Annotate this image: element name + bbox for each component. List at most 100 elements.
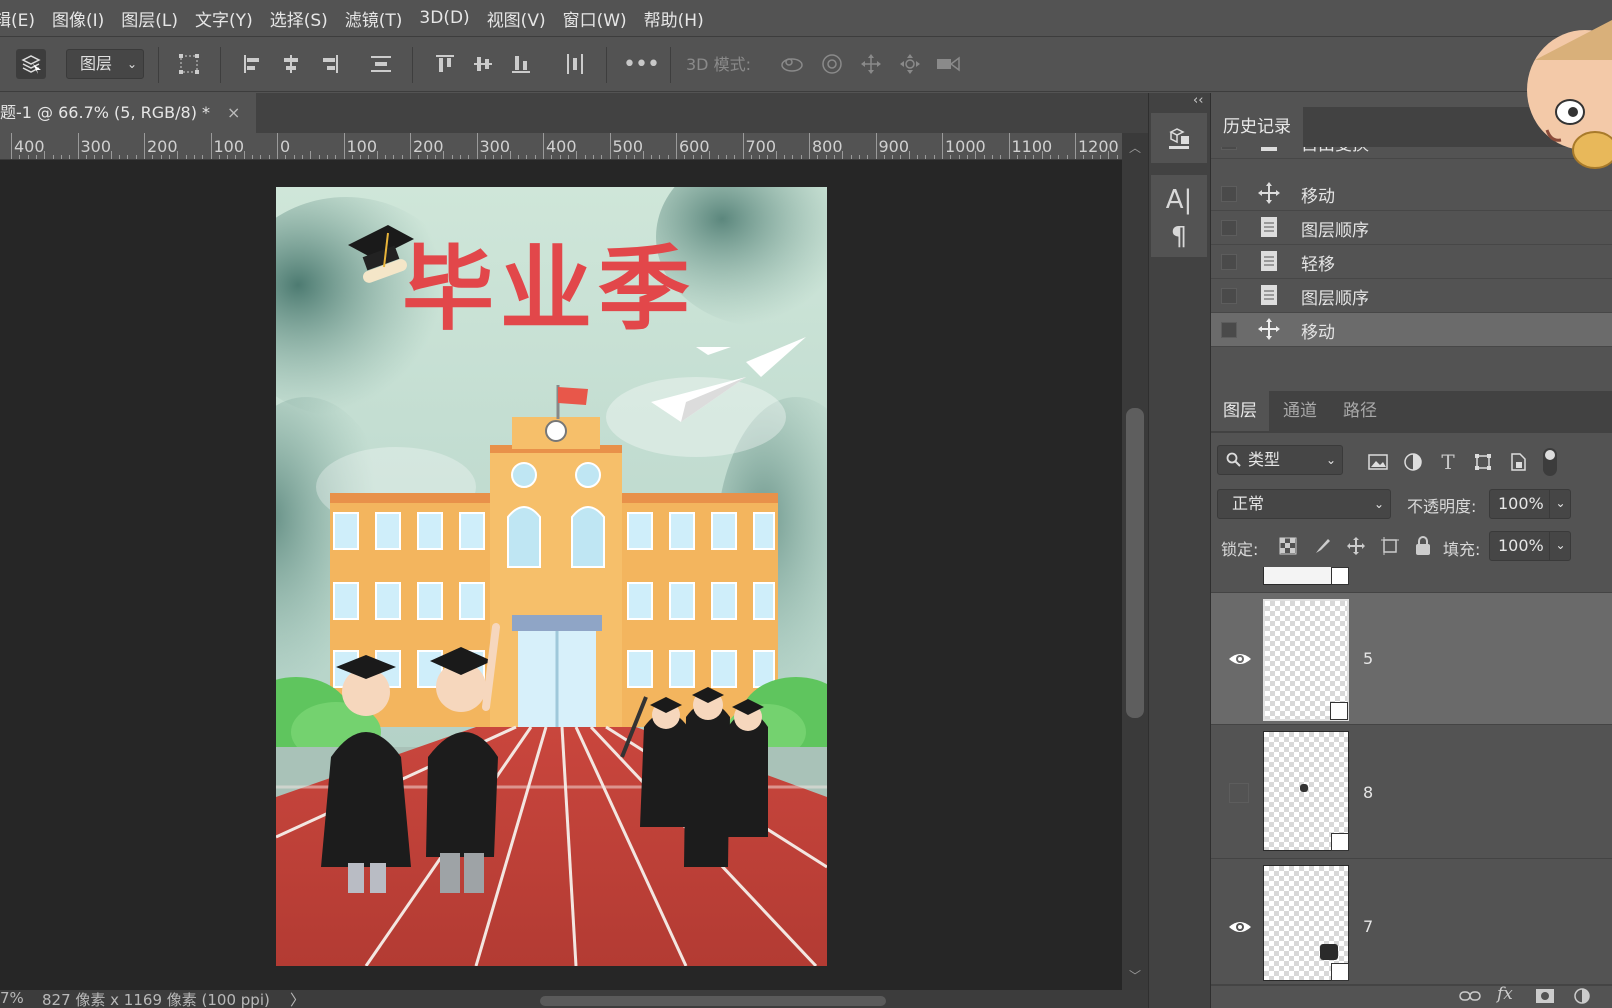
horizontal-scrollbar-thumb[interactable]: [540, 996, 886, 1006]
menu-edit[interactable]: 辑(E): [0, 6, 35, 31]
history-snapshot-checkbox[interactable]: [1221, 322, 1237, 338]
tab-channels[interactable]: 通道: [1271, 391, 1329, 431]
ruler-tick: [626, 155, 628, 159]
layer-row-selected[interactable]: 5: [1211, 593, 1612, 725]
chevron-down-icon[interactable]: ⌄: [1549, 489, 1571, 519]
layer-row[interactable]: [1211, 567, 1612, 593]
poster-canvas[interactable]: 毕业季: [276, 187, 827, 966]
distribute-icon[interactable]: [366, 49, 396, 79]
chevron-down-icon[interactable]: ⌄: [1549, 531, 1571, 561]
lock-artboard-icon[interactable]: [1375, 531, 1405, 561]
tab-layers[interactable]: 图层: [1211, 391, 1269, 431]
filter-shape-icon[interactable]: [1468, 447, 1498, 477]
layer-row[interactable]: 8: [1211, 725, 1612, 859]
filter-smart-object-icon[interactable]: [1503, 447, 1533, 477]
tab-paths[interactable]: 路径: [1331, 391, 1389, 431]
distribute-vertical-icon[interactable]: [560, 49, 590, 79]
scrollbar-thumb[interactable]: [1126, 408, 1144, 718]
ruler-tick: [933, 155, 935, 159]
status-zoom[interactable]: 7%: [0, 989, 24, 1007]
divider: [606, 47, 607, 83]
menu-filter[interactable]: 滤镜(T): [345, 6, 403, 31]
lock-all-icon[interactable]: [1408, 531, 1438, 561]
link-icon[interactable]: [1459, 988, 1481, 1007]
close-icon[interactable]: ×: [227, 93, 240, 133]
status-menu-arrow[interactable]: 〉: [290, 989, 305, 1008]
layer-row[interactable]: 7: [1211, 859, 1612, 985]
3d-orbit-icon[interactable]: [777, 49, 807, 79]
history-snapshot-checkbox[interactable]: [1221, 147, 1237, 150]
align-right-icon[interactable]: [314, 49, 344, 79]
collapse-panels-icon[interactable]: ‹‹: [1193, 93, 1203, 108]
scroll-up-icon[interactable]: ︿: [1129, 139, 1141, 156]
adjustment-icon[interactable]: [1573, 987, 1591, 1008]
transform-controls-icon[interactable]: [174, 49, 204, 79]
menu-view[interactable]: 视图(V): [487, 6, 546, 31]
history-row[interactable]: 图层顺序: [1211, 211, 1612, 245]
history-row-selected[interactable]: 移动: [1211, 313, 1612, 347]
history-snapshot-checkbox[interactable]: [1221, 288, 1237, 304]
filter-pixel-icon[interactable]: [1363, 447, 1393, 477]
layer-name[interactable]: 7: [1363, 917, 1373, 936]
ruler-tick: [567, 155, 569, 159]
more-options-icon[interactable]: •••: [623, 49, 660, 79]
menu-image[interactable]: 图像(I): [52, 6, 104, 31]
lock-image-pixels-icon[interactable]: [1307, 531, 1337, 561]
3d-pan-icon[interactable]: [856, 49, 886, 79]
filter-toggle-switch[interactable]: [1543, 448, 1557, 476]
document-tab[interactable]: 标题-1 @ 66.7% (5, RGB/8) * ×: [0, 93, 256, 133]
menu-type[interactable]: 文字(Y): [195, 6, 253, 31]
layer-name[interactable]: 5: [1363, 649, 1373, 668]
history-row[interactable]: 移动: [1211, 177, 1612, 211]
history-snapshot-checkbox[interactable]: [1221, 186, 1237, 202]
tab-history[interactable]: 历史记录: [1211, 107, 1303, 147]
eye-icon[interactable]: [1227, 917, 1253, 937]
menu-select[interactable]: 选择(S): [270, 6, 328, 31]
history-row[interactable]: 轻移: [1211, 245, 1612, 279]
auto-select-dropdown[interactable]: 图层 ⌄: [66, 49, 144, 79]
mask-icon[interactable]: [1535, 988, 1555, 1008]
ruler-tick: [900, 155, 902, 159]
layer-name[interactable]: 8: [1363, 783, 1373, 802]
vertical-scrollbar[interactable]: ︿ ﹀: [1122, 133, 1148, 990]
3d-panel-icon[interactable]: [1151, 113, 1207, 163]
opacity-input[interactable]: 100% ⌄: [1489, 489, 1571, 519]
3d-roll-icon[interactable]: [817, 49, 847, 79]
ruler-tick: [385, 155, 387, 159]
align-bottom-icon[interactable]: [506, 49, 536, 79]
history-row-label: 自由变换: [1301, 147, 1369, 155]
history-snapshot-checkbox[interactable]: [1221, 220, 1237, 236]
align-left-icon[interactable]: [238, 49, 268, 79]
layer-select-icon[interactable]: [16, 49, 46, 79]
menu-layer[interactable]: 图层(L): [121, 6, 178, 31]
menu-help[interactable]: 帮助(H): [644, 6, 704, 31]
scroll-down-icon[interactable]: ﹀: [1129, 967, 1141, 984]
lock-label: 锁定:: [1221, 540, 1259, 559]
fx-icon[interactable]: fx: [1497, 984, 1513, 1004]
filter-type-icon[interactable]: T: [1433, 447, 1463, 477]
align-hcenter-icon[interactable]: [276, 49, 306, 79]
layers-footer: fx: [1211, 984, 1612, 1008]
fill-input[interactable]: 100% ⌄: [1489, 531, 1571, 561]
align-vcenter-icon[interactable]: [468, 49, 498, 79]
ruler-tick: [709, 151, 711, 159]
visibility-toggle-empty[interactable]: [1229, 783, 1249, 803]
blend-mode-dropdown[interactable]: 正常 ⌄: [1217, 489, 1391, 519]
layer-filter-dropdown[interactable]: 类型 ⌄: [1217, 445, 1343, 475]
history-row[interactable]: 图层顺序: [1211, 279, 1612, 313]
ruler-label: 1200: [1078, 137, 1119, 156]
lock-position-icon[interactable]: [1341, 531, 1371, 561]
3d-camera-icon[interactable]: [934, 49, 964, 79]
ruler-tick: [559, 155, 561, 159]
history-snapshot-checkbox[interactable]: [1221, 254, 1237, 270]
3d-slide-icon[interactable]: [895, 49, 925, 79]
menu-3d[interactable]: 3D(D): [419, 8, 469, 28]
paragraph-panel-icon[interactable]: ¶: [1151, 217, 1207, 257]
eye-icon[interactable]: [1227, 649, 1253, 669]
align-top-icon[interactable]: [430, 49, 460, 79]
lock-transparent-pixels-icon[interactable]: [1273, 531, 1303, 561]
menu-window[interactable]: 窗口(W): [563, 6, 627, 31]
filter-adjustment-icon[interactable]: [1398, 447, 1428, 477]
layer-filter-value: 类型: [1248, 450, 1281, 469]
ruler-tick: [1058, 155, 1060, 159]
